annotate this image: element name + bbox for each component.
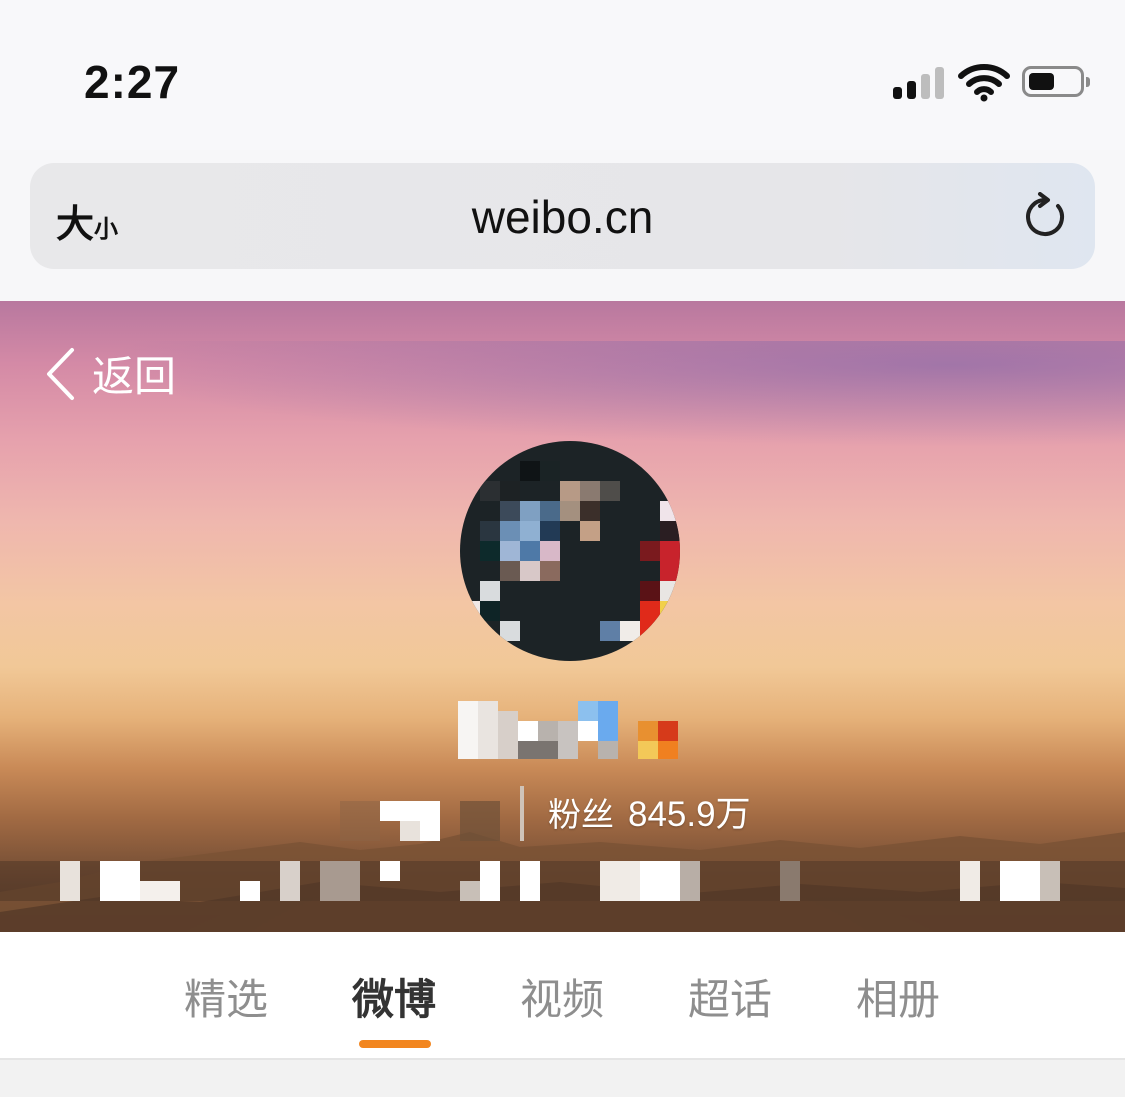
tab-super-topic[interactable]: 超话 bbox=[670, 966, 790, 1027]
reload-icon[interactable] bbox=[1020, 192, 1070, 242]
active-tab-indicator bbox=[359, 1040, 431, 1048]
username-pixelated bbox=[458, 701, 680, 761]
tab-album[interactable]: 相册 bbox=[838, 966, 958, 1027]
chevron-left-icon bbox=[47, 347, 74, 400]
tab-weibo[interactable]: 微博 bbox=[334, 966, 454, 1027]
wifi-icon bbox=[958, 64, 1010, 102]
back-button[interactable]: 返回 bbox=[44, 343, 176, 404]
avatar[interactable] bbox=[460, 441, 680, 661]
profile-header: 返回 粉丝 845.9万 bbox=[0, 301, 1125, 932]
battery-icon bbox=[1022, 66, 1090, 97]
address-bar[interactable]: 大小 weibo.cn bbox=[30, 163, 1095, 269]
tab-featured[interactable]: 精选 bbox=[166, 966, 286, 1027]
status-bar: 2:27 bbox=[0, 0, 1125, 150]
fans-number: 845.9万 bbox=[628, 795, 751, 834]
fans-label: 粉丝 bbox=[548, 795, 614, 834]
back-label: 返回 bbox=[92, 352, 177, 401]
browser-toolbar: 大小 weibo.cn bbox=[0, 150, 1125, 301]
content-area bbox=[0, 1060, 1125, 1097]
cellular-signal-icon bbox=[893, 67, 945, 99]
profile-tabs: 精选 微博 视频 超话 相册 bbox=[0, 932, 1125, 1058]
status-time: 2:27 bbox=[84, 56, 181, 108]
fans-count[interactable]: 粉丝 845.9万 bbox=[548, 786, 751, 837]
bio-pixelated bbox=[0, 861, 1125, 901]
url-text[interactable]: weibo.cn bbox=[30, 190, 1095, 244]
tab-video[interactable]: 视频 bbox=[502, 966, 622, 1027]
